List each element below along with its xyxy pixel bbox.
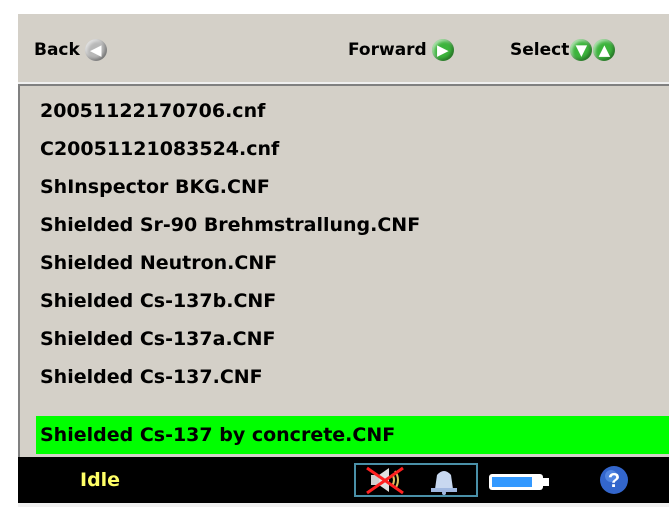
forward-label: Forward — [348, 40, 427, 60]
navigation-toolbar: Back ◀ Forward ▶ Select ▼ ▲ — [18, 12, 669, 82]
list-item-selected[interactable]: Shielded Cs-137 by concrete.CNF — [36, 416, 669, 454]
speaker-muted-icon[interactable] — [363, 465, 409, 495]
list-item[interactable]: 20051122170706.cnf — [36, 92, 669, 130]
list-item[interactable]: ShInspector BKG.CNF — [36, 168, 669, 206]
list-item[interactable]: C20051121083524.cnf — [36, 130, 669, 168]
app-window: Back ◀ Forward ▶ Select ▼ ▲ 200511221707… — [18, 12, 669, 507]
forward-button[interactable]: Forward ▶ — [348, 36, 454, 64]
arrow-right-icon: ▶ — [431, 39, 454, 61]
arrow-left-icon: ◀ — [84, 39, 107, 61]
select-control: Select ▼ ▲ — [510, 36, 616, 64]
back-button[interactable]: Back ◀ — [34, 36, 107, 64]
list-item[interactable]: Shielded Neutron.CNF — [36, 244, 669, 282]
bell-icon[interactable] — [421, 465, 467, 495]
arrow-down-icon[interactable]: ▼ — [570, 39, 593, 61]
list-item[interactable]: Shielded Cs-137b.CNF — [36, 282, 669, 320]
status-text: Idle — [80, 469, 121, 491]
list-item[interactable]: Shielded Cs-137a.CNF — [36, 320, 669, 358]
file-list[interactable]: 20051122170706.cnf C20051121083524.cnf S… — [18, 84, 669, 457]
list-item[interactable]: Shielded Sr-90 Brehmstrallung.CNF — [36, 206, 669, 244]
status-bar: Idle ? — [18, 457, 669, 503]
back-label: Back — [34, 40, 80, 60]
help-icon[interactable]: ? — [599, 465, 629, 495]
select-label: Select — [510, 40, 570, 60]
arrow-up-icon[interactable]: ▲ — [593, 39, 616, 61]
svg-text:?: ? — [608, 470, 620, 492]
battery-icon — [489, 474, 549, 490]
list-item[interactable]: Shielded Cs-137.CNF — [36, 358, 669, 396]
